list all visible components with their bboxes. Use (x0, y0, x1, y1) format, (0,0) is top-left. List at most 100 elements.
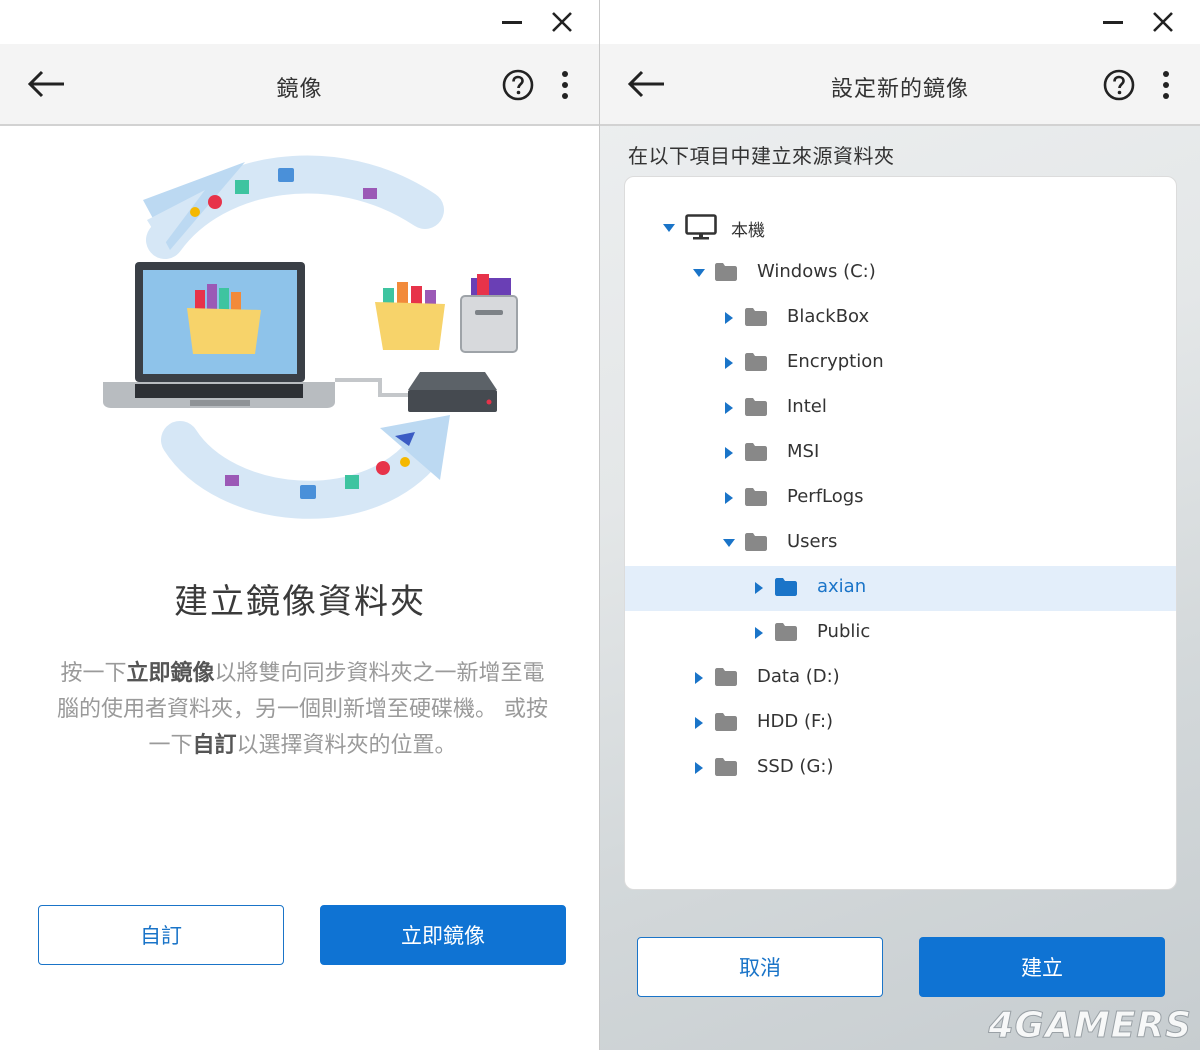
tree-node[interactable]: Intel (625, 386, 1176, 431)
tree-node-label: Encryption (787, 351, 884, 372)
tree-node[interactable]: HDD (F:) (625, 701, 1176, 746)
title-bar (600, 0, 1200, 44)
film-icon (300, 485, 316, 499)
caret-right-icon[interactable] (693, 672, 705, 684)
folder-tree: 本機 Windows (C:) BlackBox Encryption Intel MSI… (624, 176, 1177, 890)
dot-icon (190, 207, 200, 217)
caret-right-icon[interactable] (723, 357, 735, 369)
tree-node-label: Windows (C:) (757, 261, 876, 282)
caret-down-icon[interactable] (723, 537, 735, 549)
tree-node[interactable]: MSI (625, 431, 1176, 476)
folder-icon (745, 353, 767, 371)
tree-node-label: BlackBox (787, 306, 870, 327)
description-text: 按一下立即鏡像以將雙向同步資料夾之一新增至電腦的使用者資料夾，另一個則新增至硬碟… (55, 656, 550, 764)
play-icon (376, 461, 390, 475)
play-icon (208, 195, 222, 209)
folder-icon (375, 282, 445, 350)
cancel-button[interactable]: 取消 (637, 937, 883, 997)
close-icon (1153, 12, 1173, 32)
desc-bold-1: 立即鏡像 (126, 661, 215, 686)
more-vertical-icon (1163, 71, 1169, 99)
storage-box-icon (460, 274, 518, 353)
tree-node[interactable]: SSD (G:) (625, 746, 1176, 791)
help-button[interactable] (501, 68, 535, 102)
tree-node-label: SSD (G:) (757, 756, 834, 777)
folder-icon (775, 623, 797, 641)
minimize-icon (502, 21, 522, 24)
tree-node-label: axian (817, 576, 867, 597)
more-options-button[interactable] (553, 68, 577, 102)
tree-node-label: MSI (787, 441, 820, 462)
close-icon (552, 12, 572, 32)
custom-button[interactable]: 自訂 (38, 905, 284, 965)
caret-right-icon[interactable] (723, 492, 735, 504)
folder-mini-icon (363, 188, 377, 199)
film-icon (278, 168, 294, 182)
create-button[interactable]: 建立 (919, 937, 1165, 997)
folder-icon (745, 398, 767, 416)
mirror-intro-window: 鏡像 建立鏡像資料夾 按一下立即鏡像以將雙向同步資料夾之一新增至電腦的使用者資料… (0, 0, 600, 1050)
tree-node[interactable]: 本機 (625, 206, 1176, 251)
tree-node[interactable]: axian (625, 566, 1176, 611)
tree-node[interactable]: BlackBox (625, 296, 1176, 341)
desc-bold-2: 自訂 (192, 733, 237, 758)
caret-right-icon[interactable] (753, 582, 765, 594)
external-drive-icon (408, 372, 497, 412)
image-icon (345, 475, 359, 489)
minimize-icon (1103, 21, 1123, 24)
desc-text-3: 以選擇資料夾的位置。 (236, 733, 457, 758)
new-mirror-window: 設定新的鏡像 在以下項目中建立來源資料夾 本機 Windows (C:) Black… (600, 0, 1200, 1050)
more-vertical-icon (562, 71, 568, 99)
monitor-icon (685, 214, 717, 240)
desc-text-1: 按一下 (60, 661, 127, 686)
folder-icon (745, 533, 767, 551)
help-icon (502, 69, 534, 101)
dot-icon (400, 457, 410, 467)
tree-node[interactable]: Users (625, 521, 1176, 566)
folder-icon (745, 488, 767, 506)
tree-node[interactable]: Data (D:) (625, 656, 1176, 701)
folder-icon (715, 668, 737, 686)
tree-node-label: Public (817, 621, 871, 642)
section-heading: 建立鏡像資料夾 (174, 582, 426, 622)
tree-node[interactable]: PerfLogs (625, 476, 1176, 521)
tree-node-label: PerfLogs (787, 486, 864, 507)
watermark-logo: 4GAMERS (988, 1005, 1192, 1047)
folder-mini-icon (225, 475, 239, 486)
minimize-button[interactable] (1096, 6, 1130, 38)
tree-node-label: Intel (787, 396, 827, 417)
tree-node-label: Users (787, 531, 838, 552)
folder-icon (715, 713, 737, 731)
app-header: 設定新的鏡像 (600, 44, 1200, 126)
help-button[interactable] (1102, 68, 1136, 102)
tree-node[interactable]: Encryption (625, 341, 1176, 386)
tree-node-label: 本機 (731, 221, 765, 241)
folder-icon (715, 263, 737, 281)
more-options-button[interactable] (1154, 68, 1178, 102)
tree-node[interactable]: Windows (C:) (625, 251, 1176, 296)
minimize-button[interactable] (495, 6, 529, 38)
caret-down-icon[interactable] (663, 222, 675, 234)
caret-down-icon[interactable] (693, 267, 705, 279)
folder-icon (745, 443, 767, 461)
folder-icon (745, 308, 767, 326)
mirror-now-button[interactable]: 立即鏡像 (320, 905, 566, 965)
caret-right-icon[interactable] (753, 627, 765, 639)
app-header: 鏡像 (0, 44, 599, 126)
folder-icon (775, 578, 797, 596)
title-bar (0, 0, 599, 44)
tree-node-label: HDD (F:) (757, 711, 834, 732)
close-button[interactable] (1146, 6, 1180, 38)
caret-right-icon[interactable] (723, 402, 735, 414)
folder-icon (715, 758, 737, 776)
caret-right-icon[interactable] (693, 717, 705, 729)
tree-node-label: Data (D:) (757, 666, 840, 687)
caret-right-icon[interactable] (723, 447, 735, 459)
help-icon (1103, 69, 1135, 101)
caret-right-icon[interactable] (693, 762, 705, 774)
tree-node[interactable]: Public (625, 611, 1176, 656)
image-icon (235, 180, 249, 194)
section-subtitle: 在以下項目中建立來源資料夾 (628, 144, 895, 168)
close-button[interactable] (545, 6, 579, 38)
caret-right-icon[interactable] (723, 312, 735, 324)
